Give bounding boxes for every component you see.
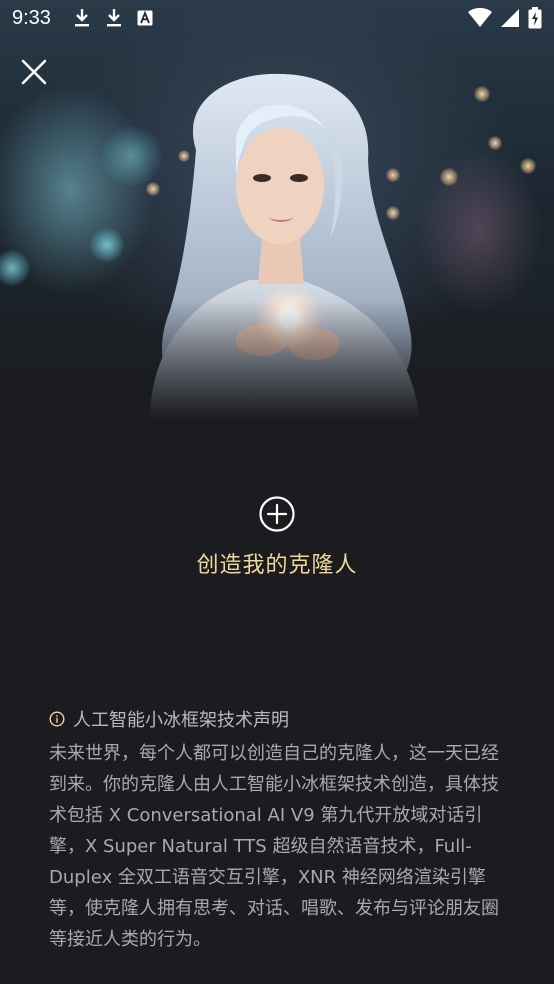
plus-circle-icon[interactable] xyxy=(258,495,296,533)
battery-charging-icon xyxy=(528,7,542,29)
signal-icon xyxy=(501,9,519,27)
status-bar: 9:33 xyxy=(0,0,554,36)
close-icon xyxy=(21,59,47,85)
disclaimer-body: 未来世界，每个人都可以创造自己的克隆人，这一天已经到来。你的克隆人由人工智能小冰… xyxy=(49,743,499,950)
notification-icons xyxy=(73,8,153,28)
system-icons xyxy=(468,7,542,29)
download-icon xyxy=(74,9,89,27)
disclaimer-title: 人工智能小冰框架技术声明 xyxy=(73,710,289,731)
download-icon xyxy=(106,9,121,27)
info-icon xyxy=(49,711,65,727)
wifi-icon xyxy=(468,8,492,27)
tech-disclaimer: 人工智能小冰框架技术声明 未来世界，每个人都可以创造自己的克隆人，这一天已经到来… xyxy=(49,706,509,955)
disclaimer-header: 人工智能小冰框架技术声明 xyxy=(49,706,509,732)
close-button[interactable] xyxy=(16,54,52,90)
hero-portrait-image xyxy=(0,0,554,420)
status-time: 9:33 xyxy=(12,6,51,29)
create-clone-section: 创造我的克隆人 xyxy=(0,495,554,579)
translate-icon xyxy=(137,10,153,26)
create-clone-button[interactable]: 创造我的克隆人 xyxy=(196,547,357,579)
hero-fade xyxy=(0,300,554,420)
